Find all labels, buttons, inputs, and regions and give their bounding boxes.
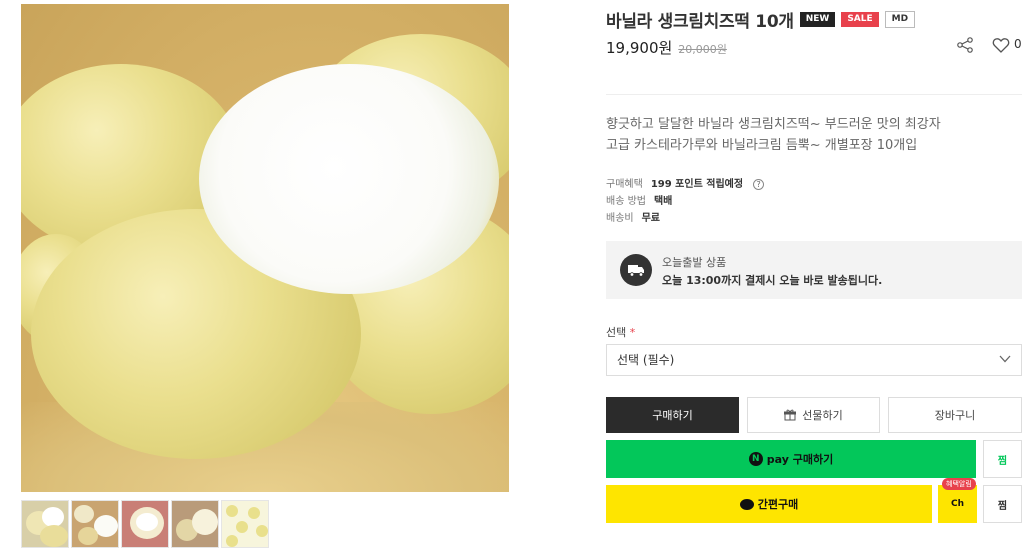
product-title: 바닐라 생크림치즈떡 10개 <box>606 12 794 32</box>
buy-button[interactable]: 구매하기 <box>606 397 739 433</box>
md-badge: MD <box>884 11 916 28</box>
required-mark: * <box>629 326 636 339</box>
kakao-talk-icon <box>739 498 754 510</box>
meta-row-shipping-method: 배송 방법 택배 <box>606 193 764 210</box>
npay-buy-button[interactable]: N pay 구매하기 <box>606 440 976 478</box>
share-icon[interactable] <box>956 36 974 54</box>
kakao-button-label: 간편구매 <box>757 498 799 511</box>
truck-icon <box>628 265 644 277</box>
shipping-fee-value: 무료 <box>641 213 661 224</box>
thumbnail-5[interactable] <box>221 500 269 548</box>
description-line-1: 향긋하고 달달한 바닐라 생크림치즈떡~ 부드러운 맛의 최강자 <box>606 117 941 132</box>
new-badge: NEW <box>799 12 836 27</box>
kakao-quick-buy-button[interactable]: 간편구매 <box>606 485 932 523</box>
cart-button[interactable]: 장바구니 <box>888 397 1022 433</box>
kakao-wishlist-label: 찜 <box>997 500 1008 512</box>
thumbnail-1[interactable] <box>21 500 69 548</box>
product-page: 바닐라 생크림치즈떡 10개 NEW SALE MD 19,900원 20,00… <box>0 0 1024 560</box>
price-row: 19,900원 20,000원 <box>606 37 727 58</box>
npay-logo-icon: N <box>748 452 763 466</box>
cart-button-label: 장바구니 <box>934 409 976 422</box>
gift-icon <box>784 409 797 421</box>
gift-button[interactable]: 선물하기 <box>747 397 880 433</box>
meta-row-shipping-fee: 배송비 무료 <box>606 210 764 227</box>
thumbnail-list <box>21 500 269 548</box>
option-label-text: 선택 <box>606 326 627 339</box>
divider <box>606 94 1022 95</box>
product-description: 향긋하고 달달한 바닐라 생크림치즈떡~ 부드러운 맛의 최강자 고급 카스테라… <box>606 114 941 156</box>
product-meta: 구매혜택 199 포인트 적립예정 ? 배송 방법 택배 배송비 무료 <box>606 176 765 227</box>
shipping-method-label: 배송 방법 <box>606 196 646 207</box>
description-line-2: 고급 카스테라가루와 바닐라크림 듬뿍~ 개별포장 10개입 <box>606 138 918 153</box>
product-info-panel: 바닐라 생크림치즈떡 10개 NEW SALE MD 19,900원 20,00… <box>606 0 1022 560</box>
sale-badge: SALE <box>841 12 879 27</box>
kakao-channel-tag: 혜택알림 <box>942 478 976 490</box>
kakao-wishlist-button[interactable]: 찜 <box>983 485 1022 523</box>
benefit-label: 구매혜택 <box>606 179 643 190</box>
npay-button-label: pay 구매하기 <box>766 453 834 466</box>
shipping-fee-label: 배송비 <box>606 213 634 224</box>
npay-wishlist-label: 찜 <box>997 455 1008 467</box>
thumbnail-4[interactable] <box>171 500 219 548</box>
option-select[interactable]: 선택 (필수) <box>606 344 1022 376</box>
truck-icon-circle <box>620 254 652 286</box>
heart-icon[interactable] <box>992 36 1010 54</box>
product-main-image <box>21 4 509 492</box>
meta-row-benefit: 구매혜택 199 포인트 적립예정 ? <box>606 176 765 193</box>
title-row: 바닐라 생크림치즈떡 10개 NEW SALE MD <box>606 7 916 32</box>
sale-price: 19,900원 <box>606 39 673 57</box>
cut-rice-cake-cream <box>199 64 499 294</box>
original-price: 20,000원 <box>678 43 727 56</box>
shipping-method-value: 택배 <box>653 196 673 207</box>
today-shipping-text: 오늘 13:00까지 결제시 오늘 바로 발송됩니다. <box>662 274 883 287</box>
today-shipping-box: 오늘출발 상품 오늘 13:00까지 결제시 오늘 바로 발송됩니다. <box>606 241 1022 299</box>
chevron-down-icon <box>999 355 1011 363</box>
today-shipping-title: 오늘출발 상품 <box>662 256 727 269</box>
option-select-value: 선택 (필수) <box>617 353 675 367</box>
kakao-channel-button[interactable]: Ch <box>938 485 977 523</box>
npay-wishlist-button[interactable]: 찜 <box>983 440 1022 478</box>
buy-button-label: 구매하기 <box>652 409 693 422</box>
thumbnail-3[interactable] <box>121 500 169 548</box>
like-count: 0 <box>1014 37 1022 51</box>
help-icon[interactable]: ? <box>753 179 765 190</box>
benefit-value: 199 포인트 적립예정 <box>650 179 744 190</box>
gift-button-label: 선물하기 <box>802 409 843 422</box>
option-label: 선택 * <box>606 324 635 340</box>
kakao-channel-label: Ch <box>950 499 964 509</box>
thumbnail-2[interactable] <box>71 500 119 548</box>
